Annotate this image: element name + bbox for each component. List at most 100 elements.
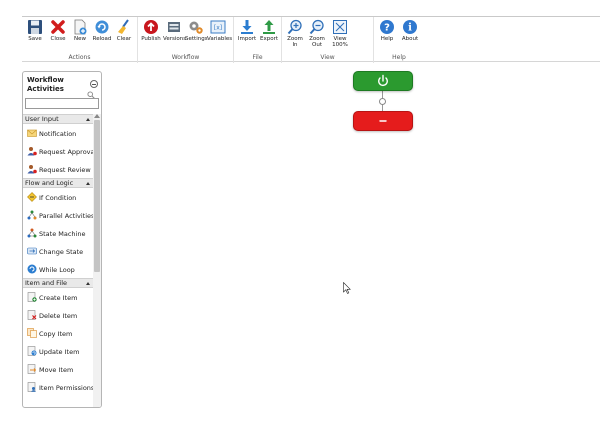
activity-label: Item Permissions <box>39 384 95 392</box>
group-label-help: Help <box>392 54 406 61</box>
activity-label: While Loop <box>39 266 75 274</box>
zoom-in-button[interactable]: Zoom In <box>284 19 306 53</box>
category-user-input[interactable]: User Input <box>23 114 93 124</box>
mouse-cursor-icon <box>343 282 351 294</box>
view-100-button[interactable]: View 100% <box>329 19 351 53</box>
connector-handle[interactable] <box>379 98 386 105</box>
activity-delete-item[interactable]: Delete Item <box>23 306 93 324</box>
category-flow-and-logic[interactable]: Flow and Logic <box>23 178 93 188</box>
publish-button[interactable]: Publish <box>140 19 162 53</box>
collapse-arrow-icon <box>86 118 90 121</box>
reload-button[interactable]: Reload <box>91 19 113 53</box>
group-label-actions: Actions <box>68 54 91 61</box>
floppy-disk-icon <box>28 20 42 34</box>
group-label-file: File <box>252 54 263 61</box>
activity-label: State Machine <box>39 230 86 238</box>
activity-change-state[interactable]: Change State <box>23 242 93 260</box>
category-label: User Input <box>25 115 59 123</box>
category-label: Flow and Logic <box>25 179 74 187</box>
permissions-icon <box>27 382 36 392</box>
import-button[interactable]: Import <box>236 19 258 53</box>
close-label: Close <box>50 36 66 42</box>
ribbon-toolbar: Save Close New Reload Clear Actions Publ… <box>22 16 600 63</box>
activity-label: Change State <box>39 248 84 256</box>
power-icon <box>378 74 388 87</box>
settings-label: Settings <box>185 36 208 42</box>
red-x-icon <box>51 20 65 34</box>
versions-button[interactable]: Versions <box>163 19 187 53</box>
reload-icon <box>95 20 109 34</box>
condition-diamond-icon <box>27 192 37 202</box>
reload-label: Reload <box>92 36 112 42</box>
variables-label: Variables <box>207 36 233 42</box>
settings-icon <box>189 21 203 34</box>
zoom-in-label: Zoom In <box>287 36 303 48</box>
zoom-in-icon <box>287 19 302 35</box>
collapse-icon[interactable] <box>90 80 98 88</box>
activity-search-input[interactable] <box>25 98 99 109</box>
create-item-icon <box>27 292 37 302</box>
copy-item-icon <box>27 328 37 338</box>
activity-parallel-activities[interactable]: Parallel Activities <box>23 206 95 224</box>
activity-notification[interactable]: Notification <box>23 124 93 142</box>
export-button[interactable]: Export <box>258 19 280 53</box>
update-item-icon <box>27 346 37 356</box>
close-button[interactable]: Close <box>47 19 69 53</box>
activity-if-condition[interactable]: If Condition <box>23 188 93 206</box>
import-icon <box>241 20 253 34</box>
workflow-end-node[interactable] <box>353 111 413 131</box>
versions-label: Versions <box>163 36 187 42</box>
activity-label: If Condition <box>39 194 77 202</box>
versions-icon <box>168 22 180 32</box>
activity-request-approval[interactable]: Request Approval <box>23 142 97 160</box>
variables-button[interactable]: [x] Variables <box>207 19 233 53</box>
save-label: Save <box>28 36 42 42</box>
move-item-icon <box>27 364 37 374</box>
activity-state-machine[interactable]: State Machine <box>23 224 93 242</box>
change-state-icon <box>27 247 37 255</box>
activity-move-item[interactable]: Move Item <box>23 360 93 378</box>
activity-label: Request Review <box>39 166 91 174</box>
zoom-out-button[interactable]: Zoom Out <box>306 19 328 53</box>
activity-label: Move Item <box>39 366 74 374</box>
new-label: New <box>74 36 86 42</box>
save-button[interactable]: Save <box>24 19 46 53</box>
new-button[interactable]: New <box>69 19 91 53</box>
state-machine-icon <box>27 228 37 238</box>
activity-copy-item[interactable]: Copy Item <box>23 324 93 342</box>
activity-list: User Input Notification Request Approval… <box>23 114 97 396</box>
category-item-and-file[interactable]: Item and File <box>23 278 93 288</box>
workflow-activities-panel: Workflow Activities User Input Notificat… <box>22 71 102 408</box>
panel-scrollbar[interactable] <box>93 114 101 407</box>
scroll-up-icon[interactable] <box>94 114 100 118</box>
activity-request-review[interactable]: Request Review <box>23 160 93 178</box>
help-label: Help <box>380 36 394 42</box>
ribbon-group-actions: Save Close New Reload Clear Actions <box>22 17 138 63</box>
activity-label: Parallel Activities <box>39 212 95 220</box>
clear-button[interactable]: Clear <box>113 19 135 53</box>
ribbon-group-workflow: Publish Versions Settings [x] Variables … <box>138 17 234 63</box>
group-label-workflow: Workflow <box>171 54 200 61</box>
activity-label: Update Item <box>39 348 80 356</box>
activity-label: Request Approval <box>39 148 97 156</box>
export-label: Export <box>259 36 278 42</box>
minus-icon <box>379 120 387 122</box>
about-icon: i <box>403 20 417 34</box>
activity-label: Create Item <box>39 294 78 302</box>
activity-label: Delete Item <box>39 312 78 320</box>
settings-button[interactable]: Settings <box>185 19 208 53</box>
help-button[interactable]: ? Help <box>376 19 398 53</box>
zoom-out-label: Zoom Out <box>309 36 325 48</box>
activity-create-item[interactable]: Create Item <box>23 288 93 306</box>
activity-while-loop[interactable]: While Loop <box>23 260 93 278</box>
workflow-start-node[interactable] <box>353 71 413 91</box>
envelope-icon <box>27 129 37 137</box>
group-label-view: View <box>320 54 335 61</box>
svg-text:?: ? <box>384 23 390 34</box>
activity-update-item[interactable]: Update Item <box>23 342 93 360</box>
delete-item-icon <box>27 310 37 320</box>
scrollbar-thumb[interactable] <box>94 120 100 272</box>
about-button[interactable]: i About <box>399 19 421 53</box>
activity-item-permissions[interactable]: Item Permissions <box>23 378 95 396</box>
loop-icon <box>27 264 37 274</box>
